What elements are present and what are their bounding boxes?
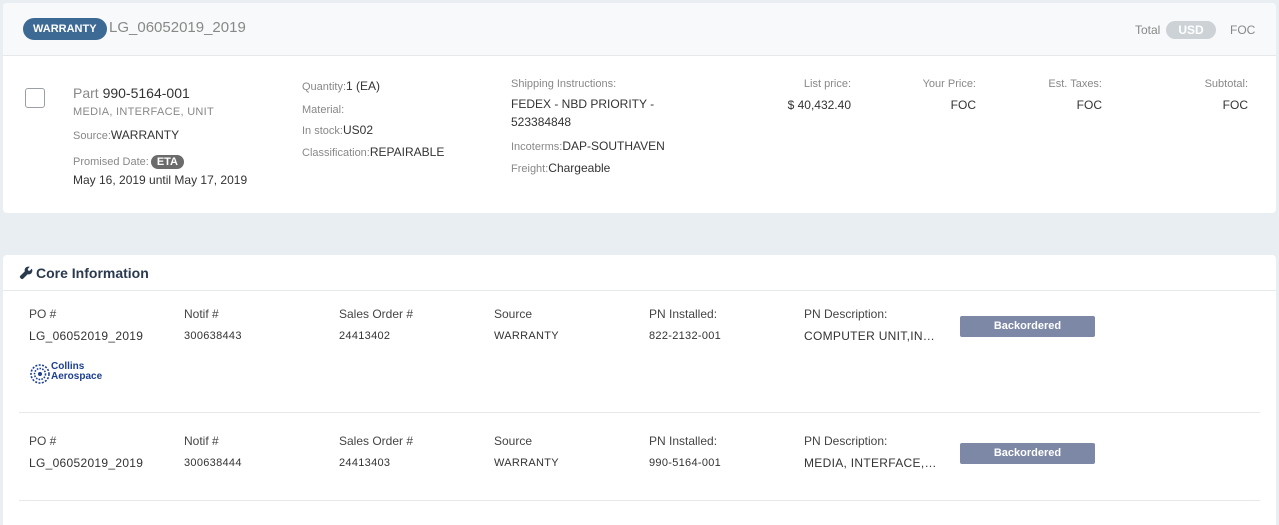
sales-order-header: Sales Order # (339, 307, 414, 321)
pn-installed-header: PN Installed: (649, 307, 718, 321)
freight-value: Chargeable (548, 161, 611, 175)
row-divider (19, 412, 1260, 413)
core-title-text: Core Information (36, 265, 149, 281)
source-label: Source: (73, 130, 111, 142)
source-header: Source (494, 434, 533, 448)
order-card: WARRANTY LG_06052019_2019 Total USD FOC … (3, 3, 1276, 213)
sales-order-header: Sales Order # (339, 434, 414, 448)
classification-label: Classification: (302, 147, 370, 159)
shipping-instructions-line1: FEDEX - NBD PRIORITY - (511, 97, 655, 111)
material-label: Material: (302, 104, 345, 116)
pn-description-value: MEDIA, INTERFACE,… (804, 456, 937, 470)
quantity-field: Quantity:1 (EA) (302, 77, 380, 95)
part-prefix: Part (73, 85, 99, 101)
quantity-value: 1 (EA) (346, 79, 381, 93)
est-taxes-value: FOC (1076, 98, 1102, 112)
pn-description-header: PN Description: (804, 434, 888, 448)
part-description: MEDIA, INTERFACE, UNIT (73, 106, 215, 118)
shipping-instructions-label: Shipping Instructions: (511, 78, 617, 90)
in-stock-label: In stock: (302, 125, 343, 137)
pn-installed-header: PN Installed: (649, 434, 718, 448)
freight-label: Freight: (511, 163, 549, 175)
part-number: Part 990-5164-001 (73, 85, 190, 101)
collins-logo-mark (30, 364, 50, 384)
part-number-value: 990-5164-001 (102, 85, 190, 101)
classification-field: Classification:REPAIRABLE (302, 143, 444, 161)
source-field: Source:WARRANTY (73, 126, 179, 144)
backordered-status-badge: Backordered (960, 316, 1095, 337)
promised-date-range: May 16, 2019 until May 17, 2019 (73, 173, 248, 187)
po-header: PO # (29, 434, 57, 448)
currency-foc-toggle[interactable]: FOC (1230, 23, 1255, 37)
classification-value: REPAIRABLE (369, 145, 445, 159)
notif-value: 300638443 (184, 330, 242, 342)
notif-header: Notif # (184, 434, 219, 448)
pn-installed-value: 990-5164-001 (649, 457, 722, 469)
backordered-status-badge: Backordered (960, 443, 1095, 464)
promised-date-label: Promised Date: (73, 156, 149, 168)
your-price-value: FOC (950, 98, 976, 112)
sales-order-value: 24413403 (339, 457, 391, 469)
list-price-label: List price: (803, 78, 851, 90)
source-value: WARRANTY (494, 330, 559, 342)
notif-value: 300638444 (184, 457, 242, 469)
collins-aerospace-logo: Collins Aerospace (29, 362, 109, 386)
row-divider (19, 500, 1260, 501)
freight-field: Freight:Chargeable (511, 159, 610, 177)
line-item-checkbox[interactable] (25, 88, 45, 108)
material-field: Material: (302, 100, 344, 118)
incoterms-field: Incoterms:DAP-SOUTHAVEN (511, 137, 665, 155)
sales-order-value: 24413402 (339, 330, 391, 342)
eta-badge: ETA (150, 155, 184, 169)
po-header: PO # (29, 307, 57, 321)
quantity-label: Quantity: (302, 81, 347, 93)
incoterms-value: DAP-SOUTHAVEN (562, 139, 665, 153)
shipping-instructions-line2: 523384848 (511, 115, 572, 129)
in-stock-field: In stock:US02 (302, 121, 373, 139)
your-price-label: Your Price: (922, 78, 976, 90)
notif-header: Notif # (184, 307, 219, 321)
wrench-icon (19, 266, 33, 280)
promised-date-field: Promised Date: ETA (73, 152, 184, 170)
est-taxes-label: Est. Taxes: (1048, 78, 1102, 90)
po-value: LG_06052019_2019 (29, 456, 144, 470)
order-header: WARRANTY LG_06052019_2019 Total USD FOC (3, 3, 1276, 56)
pn-installed-value: 822-2132-001 (649, 330, 722, 342)
subtotal-label: Subtotal: (1204, 78, 1248, 90)
subtotal-value: FOC (1222, 98, 1248, 112)
po-value: LG_06052019_2019 (29, 329, 144, 343)
warranty-badge: WARRANTY (23, 18, 107, 40)
currency-usd-toggle[interactable]: USD (1166, 21, 1216, 39)
core-header-divider (3, 290, 1276, 291)
source-header: Source (494, 307, 533, 321)
order-id: LG_06052019_2019 (109, 19, 246, 36)
source-value: WARRANTY (494, 457, 559, 469)
core-information-card: Core Information PO # Notif # Sales Orde… (3, 255, 1276, 525)
in-stock-value: US02 (342, 123, 373, 137)
pn-description-value: COMPUTER UNIT,IN… (804, 329, 936, 343)
total-label: Total (1135, 23, 1161, 37)
logo-text-line2: Aerospace (51, 371, 103, 382)
incoterms-label: Incoterms: (511, 141, 563, 153)
list-price-value: $ 40,432.40 (787, 98, 851, 112)
pn-description-header: PN Description: (804, 307, 888, 321)
source-value: WARRANTY (110, 128, 180, 142)
core-information-title: Core Information (19, 265, 149, 281)
